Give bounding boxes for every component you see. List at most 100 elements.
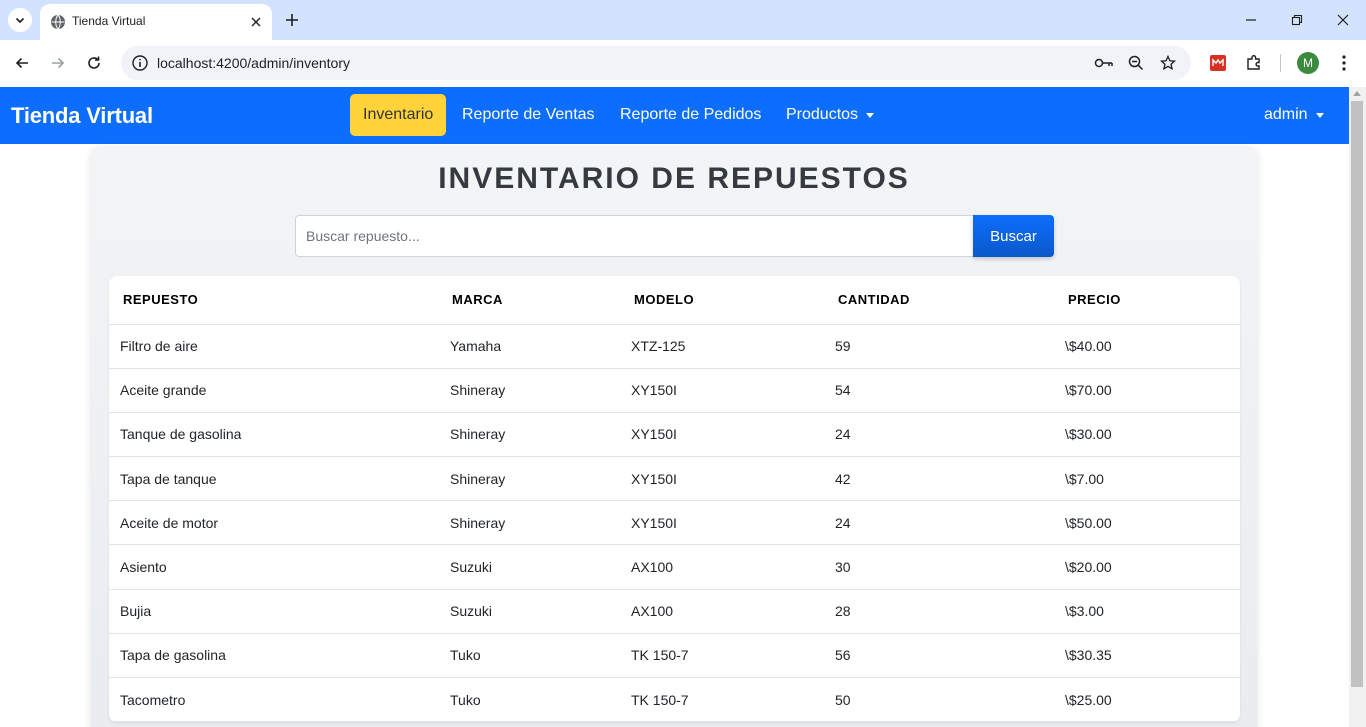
- browser-menu-button[interactable]: [1333, 52, 1355, 74]
- tab-title: Tienda Virtual: [72, 14, 146, 28]
- cell-precio: \$20.00: [1054, 544, 1240, 590]
- user-menu-dropdown[interactable]: admin: [1251, 94, 1337, 136]
- cell-repuesto: Tapa de gasolina: [109, 633, 439, 679]
- zoom-button[interactable]: [1126, 53, 1146, 73]
- table-row: Aceite grande Shineray XY150I 54 \$70.00: [109, 368, 1240, 413]
- cell-repuesto: Filtro de aire: [109, 324, 439, 369]
- table-row: Asiento Suzuki AX100 30 \$20.00: [109, 544, 1240, 590]
- page-scrollbar[interactable]: [1349, 87, 1366, 727]
- table-header-row: REPUESTO MARCA MODELO CANTIDAD PRECIO: [109, 276, 1240, 325]
- cell-marca: Suzuki: [439, 589, 620, 634]
- cell-cantidad: 59: [824, 324, 1054, 369]
- cell-modelo: XTZ-125: [620, 324, 824, 369]
- more-vert-icon: [1342, 55, 1346, 71]
- cell-precio: \$50.00: [1054, 500, 1240, 546]
- globe-icon: [51, 14, 65, 30]
- cell-repuesto: Tapa de tanque: [109, 456, 439, 502]
- cell-modelo: XY150I: [620, 456, 824, 502]
- cell-repuesto: Aceite de motor: [109, 500, 439, 546]
- url-text[interactable]: localhost:4200/admin/inventory: [157, 55, 350, 71]
- new-tab-button[interactable]: [282, 10, 302, 30]
- back-button[interactable]: [10, 51, 34, 75]
- key-icon: [1094, 58, 1113, 68]
- cell-modelo: XY150I: [620, 412, 824, 458]
- puzzle-icon: [1247, 55, 1260, 70]
- cell-cantidad: 30: [824, 544, 1054, 590]
- table-row: Tapa de gasolina Tuko TK 150-7 56 \$30.3…: [109, 633, 1240, 679]
- table-row: Tapa de tanque Shineray XY150I 42 \$7.00: [109, 456, 1240, 502]
- caret-down-icon: [866, 112, 875, 118]
- cell-modelo: AX100: [620, 544, 824, 590]
- cell-modelo: XY150I: [620, 500, 824, 546]
- minimize-button[interactable]: [1237, 8, 1265, 32]
- cell-marca: Yamaha: [439, 324, 620, 369]
- nav-inventario-label: Inventario: [363, 106, 434, 123]
- close-icon: [1337, 14, 1349, 26]
- column-header-repuesto: REPUESTO: [109, 276, 439, 325]
- toolbar-divider: [1280, 54, 1281, 72]
- extension-button[interactable]: [1207, 52, 1229, 74]
- close-tab-button[interactable]: [247, 13, 265, 31]
- close-window-button[interactable]: [1329, 8, 1357, 32]
- table-row: Bujia Suzuki AX100 28 \$3.00: [109, 589, 1240, 634]
- reload-icon: [88, 56, 100, 69]
- column-header-marca: MARCA: [439, 276, 620, 325]
- cell-cantidad: 56: [824, 633, 1054, 679]
- cell-modelo: TK 150-7: [620, 677, 824, 722]
- extension-logo-icon: [1210, 55, 1226, 71]
- info-icon[interactable]: [131, 54, 149, 72]
- cell-precio: \$7.00: [1054, 456, 1240, 502]
- cell-marca: Shineray: [439, 368, 620, 413]
- arrow-right-icon: [52, 57, 65, 69]
- scroll-up-arrow-icon[interactable]: [1353, 91, 1361, 96]
- nav-inventario[interactable]: Inventario: [350, 94, 447, 136]
- extensions-menu-button[interactable]: [1243, 52, 1265, 74]
- reload-button[interactable]: [82, 51, 106, 75]
- profile-avatar[interactable]: M: [1297, 52, 1319, 74]
- close-icon: [251, 17, 261, 27]
- cell-marca: Tuko: [439, 633, 620, 679]
- cell-marca: Shineray: [439, 500, 620, 546]
- cell-cantidad: 54: [824, 368, 1054, 413]
- star-icon: [1160, 55, 1176, 71]
- browser-toolbar: localhost:4200/admin/inventory M: [0, 40, 1366, 87]
- browser-tab[interactable]: Tienda Virtual: [40, 4, 272, 40]
- search-button[interactable]: Buscar: [973, 215, 1054, 257]
- nav-reporte-ventas[interactable]: Reporte de Ventas: [449, 94, 608, 136]
- cell-marca: Shineray: [439, 456, 620, 502]
- table-row: Tacometro Tuko TK 150-7 50 \$25.00: [109, 677, 1240, 722]
- table-row: Filtro de aire Yamaha XTZ-125 59 \$40.00: [109, 324, 1240, 369]
- cell-repuesto: Aceite grande: [109, 368, 439, 413]
- scrollbar-thumb[interactable]: [1351, 101, 1363, 687]
- column-header-precio: PRECIO: [1054, 276, 1240, 325]
- tab-search-button[interactable]: [8, 8, 32, 32]
- address-bar[interactable]: localhost:4200/admin/inventory: [121, 46, 1191, 80]
- forward-button[interactable]: [46, 51, 70, 75]
- brand-logo[interactable]: Tienda Virtual: [11, 103, 153, 129]
- nav-productos-dropdown[interactable]: Productos: [773, 94, 887, 136]
- cell-modelo: XY150I: [620, 368, 824, 413]
- inventory-table: REPUESTO MARCA MODELO CANTIDAD PRECIO Fi…: [109, 276, 1240, 722]
- cell-modelo: TK 150-7: [620, 633, 824, 679]
- nav-reporte-pedidos-label: Reporte de Pedidos: [620, 106, 762, 123]
- minimize-icon: [1246, 19, 1256, 21]
- nav-reporte-pedidos[interactable]: Reporte de Pedidos: [607, 94, 774, 136]
- restore-button[interactable]: [1283, 8, 1311, 32]
- cell-precio: \$70.00: [1054, 368, 1240, 413]
- column-header-cantidad: CANTIDAD: [824, 276, 1054, 325]
- table-row: Aceite de motor Shineray XY150I 24 \$50.…: [109, 500, 1240, 546]
- bookmark-button[interactable]: [1158, 53, 1178, 73]
- cell-repuesto: Bujia: [109, 589, 439, 634]
- password-key-button[interactable]: [1094, 53, 1114, 73]
- cell-precio: \$30.35: [1054, 633, 1240, 679]
- nav-productos-label: Productos: [786, 106, 859, 123]
- cell-cantidad: 42: [824, 456, 1054, 502]
- cell-repuesto: Asiento: [109, 544, 439, 590]
- search-input[interactable]: [295, 215, 973, 257]
- cell-repuesto: Tanque de gasolina: [109, 412, 439, 458]
- cell-precio: \$25.00: [1054, 677, 1240, 722]
- app-navbar: Tienda Virtual Inventario Reporte de Ven…: [0, 87, 1349, 144]
- plus-icon: [286, 14, 298, 26]
- cell-precio: \$3.00: [1054, 589, 1240, 634]
- cell-modelo: AX100: [620, 589, 824, 634]
